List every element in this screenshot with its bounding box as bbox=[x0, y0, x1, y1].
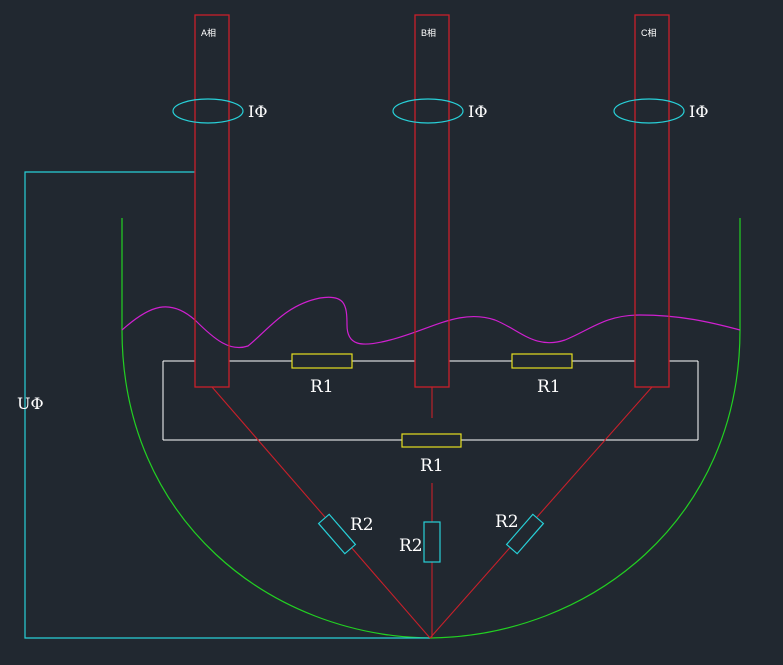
electrode-b: B相 bbox=[414, 14, 450, 388]
r2-lines bbox=[211, 386, 653, 639]
label-r2-c: R2 bbox=[495, 512, 519, 532]
current-ring-c bbox=[613, 98, 685, 124]
electrode-a: A相 bbox=[194, 14, 230, 388]
voltage-label: UΦ bbox=[17, 394, 44, 413]
r1-bus bbox=[162, 360, 699, 441]
current-label-a: IΦ bbox=[248, 102, 267, 121]
label-r1-ca: R1 bbox=[420, 456, 444, 476]
electrode-c: C相 bbox=[634, 14, 670, 388]
resistor-r1-ab bbox=[291, 353, 353, 369]
label-r2-a: R2 bbox=[350, 515, 374, 535]
furnace-circuit-diagram: UΦ R1 R1 R1 R2 R2 R2 A相 B相 C相 IΦ IΦ IΦ bbox=[17, 14, 741, 639]
current-label-b: IΦ bbox=[468, 102, 487, 121]
current-ring-b bbox=[392, 98, 464, 124]
resistor-r2-b bbox=[423, 521, 441, 563]
melt-surface bbox=[121, 296, 741, 349]
resistor-r1-bc bbox=[511, 353, 573, 369]
current-ring-a bbox=[172, 98, 244, 124]
label-r1-ab: R1 bbox=[310, 377, 334, 397]
electrode-a-phase-label: A相 bbox=[201, 27, 216, 38]
electrode-c-phase-label: C相 bbox=[641, 27, 657, 38]
furnace-wall bbox=[121, 218, 741, 639]
label-r1-bc: R1 bbox=[537, 377, 561, 397]
resistor-r1-ca bbox=[401, 433, 462, 448]
electrode-b-phase-label: B相 bbox=[421, 27, 436, 38]
label-r2-b: R2 bbox=[399, 536, 423, 556]
current-label-c: IΦ bbox=[689, 102, 708, 121]
